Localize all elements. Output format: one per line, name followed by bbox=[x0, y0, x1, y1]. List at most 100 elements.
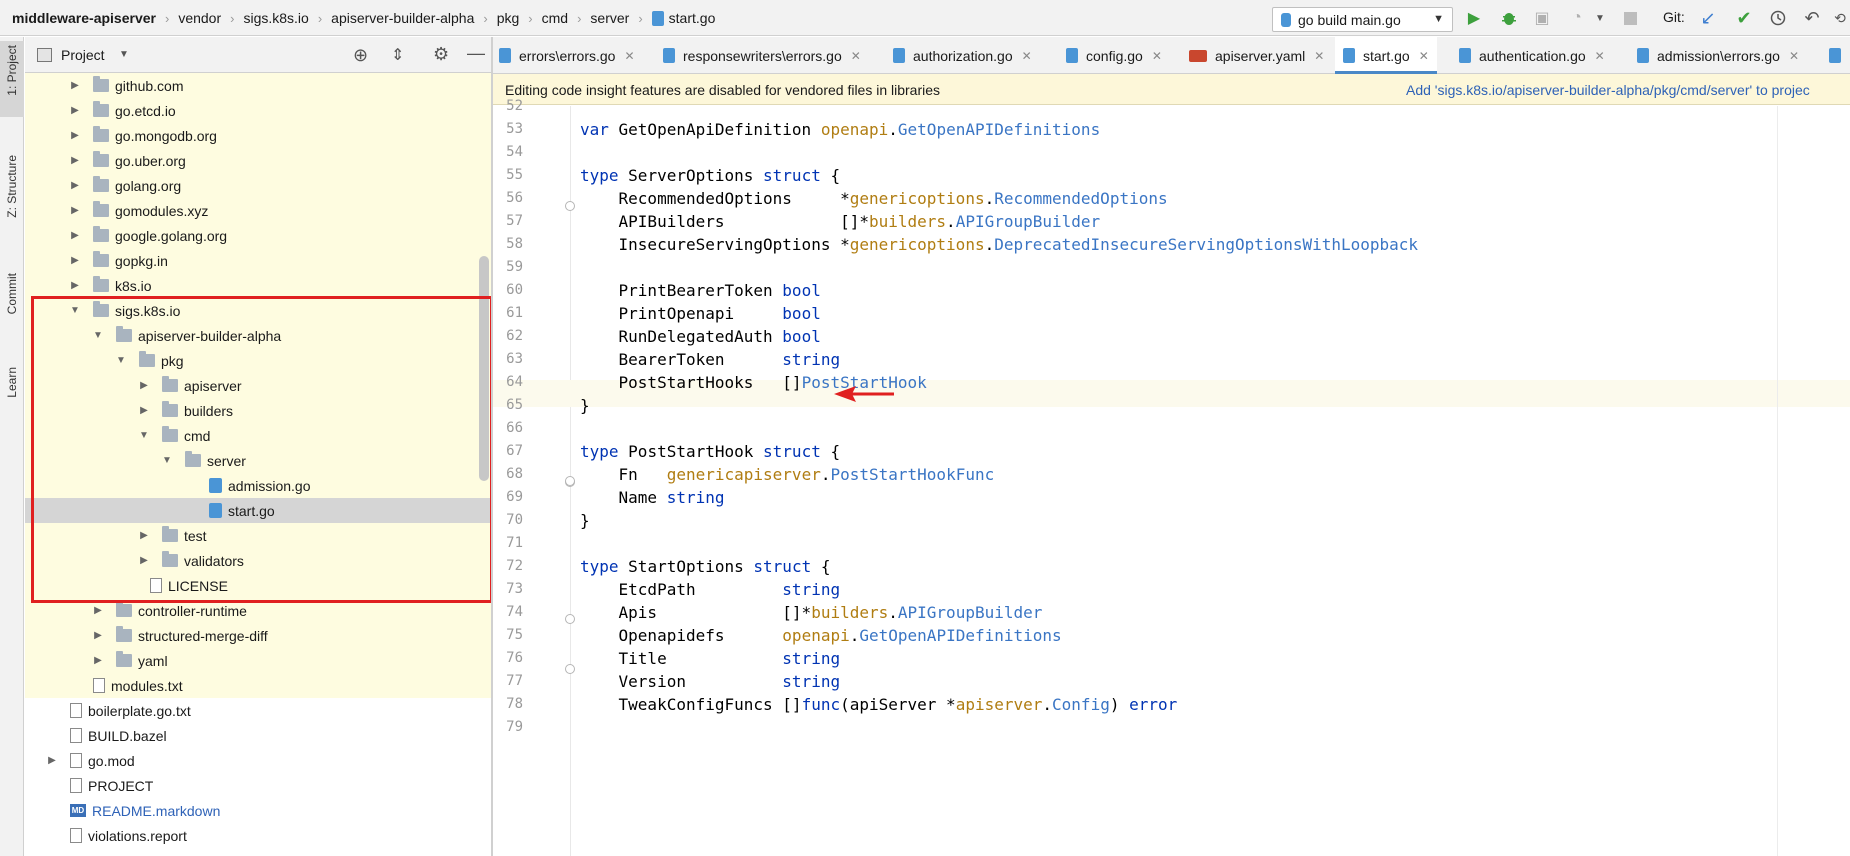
chevron-right-icon[interactable]: ▶ bbox=[92, 605, 104, 616]
tree-item[interactable]: ▶ github.com bbox=[25, 73, 491, 98]
chevron-right-icon[interactable]: ▶ bbox=[69, 105, 81, 116]
chevron-right-icon[interactable]: ▶ bbox=[69, 230, 81, 241]
breadcrumb-item[interactable]: server bbox=[590, 10, 629, 26]
code-line[interactable]: Name string bbox=[580, 484, 725, 511]
breadcrumb-item[interactable]: start.go bbox=[669, 10, 716, 26]
tree-item[interactable]: ▼ cmd bbox=[25, 423, 491, 448]
add-to-project-link[interactable]: Add 'sigs.k8s.io/apiserver-builder-alpha… bbox=[1406, 82, 1810, 98]
close-icon[interactable]: ✕ bbox=[1152, 49, 1162, 63]
close-icon[interactable]: ✕ bbox=[624, 49, 634, 63]
rollback-icon[interactable]: ↶ bbox=[1802, 8, 1822, 28]
chevron-right-icon[interactable]: ▶ bbox=[69, 255, 81, 266]
tree-item[interactable]: ▶ gopkg.in bbox=[25, 248, 491, 273]
tree-item[interactable]: ▶ test bbox=[25, 523, 491, 548]
close-icon[interactable]: ✕ bbox=[1419, 49, 1429, 63]
tree-item[interactable]: ▶ golang.org bbox=[25, 173, 491, 198]
chevron-right-icon[interactable]: ▶ bbox=[69, 80, 81, 91]
tree-item[interactable]: ▶ go.mod bbox=[25, 748, 491, 773]
debug-icon[interactable] bbox=[1499, 8, 1519, 28]
fold-end-marker-icon[interactable] bbox=[565, 476, 575, 486]
chevron-down-icon[interactable]: ▼ bbox=[161, 455, 173, 466]
chevron-down-icon[interactable]: ▼ bbox=[1590, 8, 1610, 28]
tree-item[interactable]: ▶ gomodules.xyz bbox=[25, 198, 491, 223]
stop-icon[interactable] bbox=[1620, 8, 1640, 28]
breadcrumb-item[interactable]: sigs.k8s.io bbox=[243, 10, 308, 26]
tool-tab-project[interactable]: 1: Project bbox=[0, 41, 24, 117]
breadcrumb-item[interactable]: vendor bbox=[178, 10, 221, 26]
tree-item[interactable]: ▶ controller-runtime bbox=[25, 598, 491, 623]
chevron-right-icon[interactable]: ▶ bbox=[138, 555, 150, 566]
tree-item[interactable]: ▶ builders bbox=[25, 398, 491, 423]
tree-item[interactable]: ▶ go.uber.org bbox=[25, 148, 491, 173]
close-icon[interactable]: ✕ bbox=[1022, 49, 1032, 63]
tree-item[interactable]: modules.txt bbox=[25, 673, 491, 698]
history-icon[interactable] bbox=[1768, 8, 1788, 28]
run-configuration-select[interactable]: go build main.go ▼ bbox=[1272, 7, 1453, 32]
tree-item[interactable]: LICENSE bbox=[25, 573, 491, 598]
chevron-down-icon[interactable]: ▼ bbox=[138, 430, 150, 441]
tree-item[interactable]: violations.report bbox=[25, 823, 491, 848]
tree-item[interactable]: ▶ go.etcd.io bbox=[25, 98, 491, 123]
tree-item[interactable]: BUILD.bazel bbox=[25, 723, 491, 748]
search-icon[interactable]: ⟲ bbox=[1830, 8, 1850, 28]
fold-marker-icon[interactable] bbox=[565, 664, 575, 674]
tree-item[interactable]: admission.go bbox=[25, 473, 491, 498]
locate-icon[interactable]: ⊕ bbox=[353, 45, 368, 66]
update-project-icon[interactable]: ↙ bbox=[1698, 8, 1718, 28]
chevron-right-icon[interactable]: ▶ bbox=[138, 380, 150, 391]
chevron-right-icon[interactable]: ▶ bbox=[92, 655, 104, 666]
fold-end-marker-icon[interactable] bbox=[565, 614, 575, 624]
chevron-right-icon[interactable]: ▶ bbox=[92, 630, 104, 641]
editor-tab[interactable]: authentication.go ✕ bbox=[1459, 37, 1605, 74]
editor-tab[interactable]: responsewriters\errors.go ✕ bbox=[663, 37, 861, 74]
tree-item[interactable]: PROJECT bbox=[25, 773, 491, 798]
tree-item[interactable]: MD README.markdown bbox=[25, 798, 491, 823]
tree-item[interactable]: ▶ go.mongodb.org bbox=[25, 123, 491, 148]
breadcrumb-item[interactable]: pkg bbox=[497, 10, 520, 26]
editor-tab[interactable]: admission\errors.go ✕ bbox=[1637, 37, 1799, 74]
tree-item[interactable]: ▶ k8s.io bbox=[25, 273, 491, 298]
close-icon[interactable]: ✕ bbox=[851, 49, 861, 63]
chevron-down-icon[interactable]: ▼ bbox=[92, 330, 104, 341]
tree-item[interactable]: ▼ pkg bbox=[25, 348, 491, 373]
close-icon[interactable]: ✕ bbox=[1789, 49, 1799, 63]
breadcrumb-item[interactable]: apiserver-builder-alpha bbox=[331, 10, 474, 26]
tree-item-selected[interactable]: start.go bbox=[25, 498, 491, 523]
editor-tab[interactable]: apiserver.yaml ✕ bbox=[1189, 37, 1324, 74]
breadcrumb-item[interactable]: cmd bbox=[542, 10, 568, 26]
tool-tab-commit[interactable]: Commit bbox=[0, 273, 24, 335]
chevron-right-icon[interactable]: ▶ bbox=[138, 405, 150, 416]
editor-tab-active[interactable]: start.go ✕ bbox=[1335, 37, 1437, 74]
code-line[interactable]: InsecureServingOptions *genericoptions.D… bbox=[580, 231, 1419, 258]
project-panel-title[interactable]: Project bbox=[61, 47, 105, 63]
gear-icon[interactable]: ⚙ bbox=[433, 44, 449, 65]
commit-check-icon[interactable]: ✔ bbox=[1734, 8, 1754, 28]
code-line[interactable]: TweakConfigFuncs []func(apiServer *apise… bbox=[580, 691, 1178, 718]
tree-item[interactable]: ▼ apiserver-builder-alpha bbox=[25, 323, 491, 348]
collapse-all-icon[interactable]: ⇕ bbox=[391, 45, 404, 65]
tool-tab-structure[interactable]: Z: Structure bbox=[0, 155, 24, 255]
hide-panel-icon[interactable]: — bbox=[467, 43, 485, 64]
tree-item[interactable]: ▼ sigs.k8s.io bbox=[25, 298, 491, 323]
editor-tab[interactable]: authorization.go ✕ bbox=[893, 37, 1032, 74]
tree-item[interactable]: boilerplate.go.txt bbox=[25, 698, 491, 723]
tree-item[interactable]: ▶ apiserver bbox=[25, 373, 491, 398]
chevron-down-icon[interactable]: ▼ bbox=[69, 305, 81, 316]
chevron-right-icon[interactable]: ▶ bbox=[69, 180, 81, 191]
tree-item[interactable]: ▶ structured-merge-diff bbox=[25, 623, 491, 648]
tree-item[interactable]: ▶ google.golang.org bbox=[25, 223, 491, 248]
tree-item[interactable]: ▼ server bbox=[25, 448, 491, 473]
chevron-right-icon[interactable]: ▶ bbox=[69, 280, 81, 291]
breadcrumb-item[interactable]: middleware-apiserver bbox=[12, 10, 156, 26]
editor-tab-overflow[interactable] bbox=[1829, 37, 1849, 74]
run-with-coverage-icon[interactable]: ▣ bbox=[1532, 8, 1552, 28]
chevron-right-icon[interactable]: ▶ bbox=[138, 530, 150, 541]
tree-item[interactable]: ▶ validators bbox=[25, 548, 491, 573]
close-icon[interactable]: ✕ bbox=[1595, 49, 1605, 63]
editor-tab[interactable]: config.go ✕ bbox=[1066, 37, 1162, 74]
chevron-right-icon[interactable]: ▶ bbox=[69, 205, 81, 216]
code-line[interactable]: var GetOpenApiDefinition openapi.GetOpen… bbox=[580, 116, 1100, 143]
chevron-right-icon[interactable]: ▶ bbox=[69, 155, 81, 166]
editor-tab[interactable]: errors\errors.go ✕ bbox=[499, 37, 635, 74]
chevron-right-icon[interactable]: ▶ bbox=[69, 130, 81, 141]
